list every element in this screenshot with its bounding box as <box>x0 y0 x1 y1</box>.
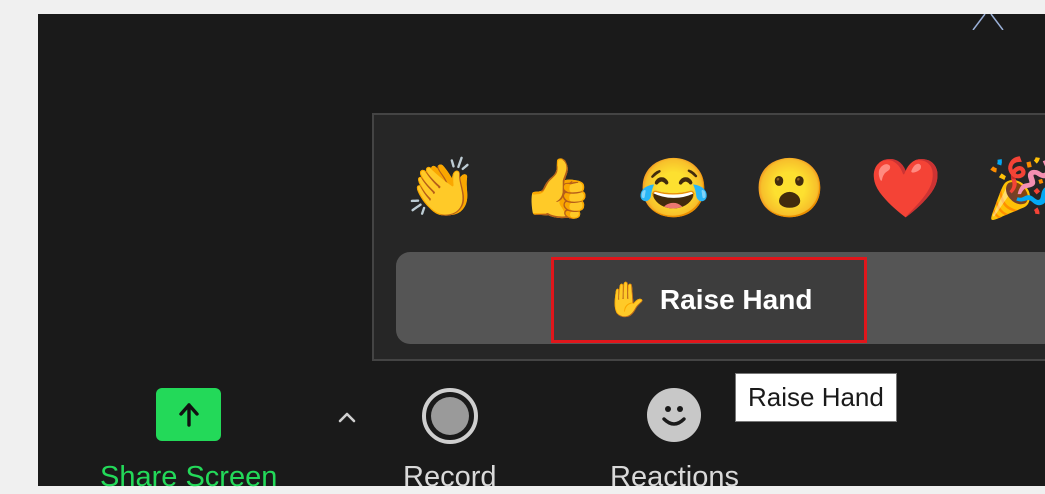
red-heart-icon: ❤️ <box>869 156 943 221</box>
clapping-hands-emoji-button[interactable]: 👏 <box>402 149 482 229</box>
emoji-reaction-row: 👏 👍 😂 😮 ❤️ 🎉 <box>402 149 1045 229</box>
open-mouth-icon: 😮 <box>753 156 827 221</box>
share-options-caret[interactable] <box>330 402 364 432</box>
party-popper-emoji-button[interactable]: 🎉 <box>982 149 1045 229</box>
red-heart-emoji-button[interactable]: ❤️ <box>866 149 946 229</box>
thumbs-up-icon: 👍 <box>521 156 595 221</box>
raise-hand-label: Raise Hand <box>659 284 813 315</box>
raise-hand-button[interactable]: ✋ Raise Hand <box>551 257 867 343</box>
tears-of-joy-icon: 😂 <box>637 156 711 221</box>
share-screen-arrow-up-icon <box>156 388 222 441</box>
open-mouth-emoji-button[interactable]: 😮 <box>750 149 830 229</box>
window-corner-decoration <box>972 14 1004 30</box>
record-label: Record <box>403 461 497 493</box>
share-screen-label: Share Screen <box>100 461 278 493</box>
raise-hand-tooltip: Raise Hand <box>735 373 897 422</box>
raised-hand-icon: ✋ <box>605 281 648 319</box>
chevron-up-icon <box>338 412 356 423</box>
share-screen-button[interactable]: Share Screen <box>100 388 277 494</box>
meeting-window: 👏 👍 😂 😮 ❤️ 🎉 ✋ Raise Hand Raise Hand Sha… <box>38 14 1045 493</box>
party-popper-icon: 🎉 <box>985 156 1045 221</box>
reactions-button[interactable]: Reactions <box>610 388 739 494</box>
clapping-hands-icon: 👏 <box>405 156 479 221</box>
tears-of-joy-emoji-button[interactable]: 😂 <box>634 149 714 229</box>
reactions-label: Reactions <box>610 461 739 493</box>
thumbs-up-emoji-button[interactable]: 👍 <box>518 149 598 229</box>
raise-hand-bar[interactable]: ✋ Raise Hand <box>396 252 1045 344</box>
reactions-popup: 👏 👍 😂 😮 ❤️ 🎉 ✋ Raise Hand <box>372 113 1045 361</box>
record-button[interactable]: Record <box>403 388 497 494</box>
smiley-face-icon <box>647 388 702 442</box>
record-icon <box>421 388 478 444</box>
